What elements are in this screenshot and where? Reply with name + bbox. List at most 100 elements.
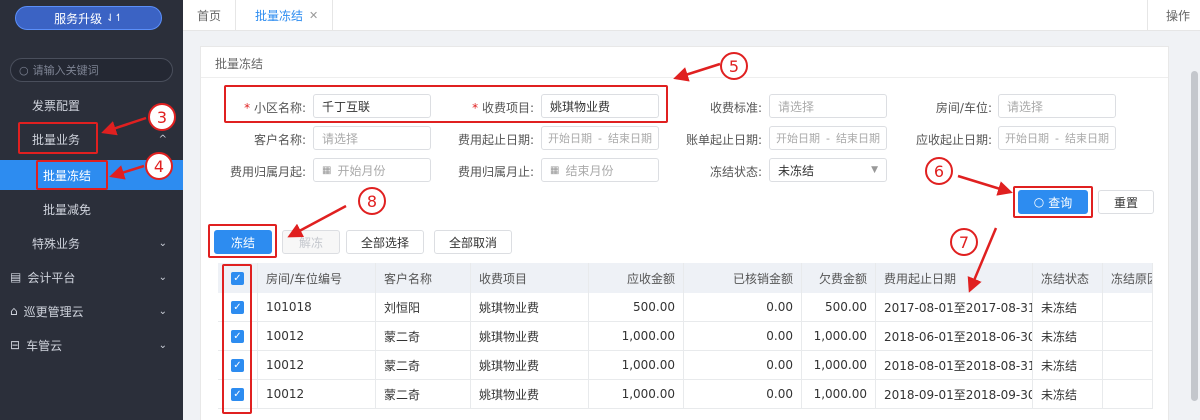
- fee-item-value: 姚琪物业费: [550, 99, 611, 114]
- col-customer: 客户名称: [376, 263, 471, 293]
- table-row[interactable]: ✓ 101018 刘恒阳 姚琪物业费 500.00 0.00 500.00 20…: [218, 293, 1153, 322]
- annotation-number-5: 5: [720, 52, 748, 80]
- cell-room: 10012: [258, 351, 376, 379]
- search-icon: ○: [1033, 195, 1045, 209]
- placeholder: 结束月份: [565, 163, 614, 178]
- freeze-status-select[interactable]: 未冻结 ▼: [769, 158, 887, 182]
- select-all-label: 全部选择: [360, 235, 409, 250]
- end-date-ph: 结束日期: [607, 132, 652, 145]
- cell-due: 500.00: [589, 293, 684, 321]
- col-period: 费用起止日期: [876, 263, 1033, 293]
- tab-batch-freeze[interactable]: 批量冻结 ✕: [241, 0, 334, 31]
- sidebar-item-label: 发票配置: [32, 98, 81, 113]
- customer-select[interactable]: 请选择: [313, 126, 431, 150]
- row-checkbox[interactable]: ✓: [231, 329, 244, 343]
- community-select[interactable]: 千丁互联: [313, 94, 431, 118]
- upgrade-icon: ⇃↿: [106, 12, 123, 24]
- table-row[interactable]: ✓ 10012 蒙二奇 姚琪物业费 1,000.00 0.00 1,000.00…: [218, 380, 1153, 409]
- row-checkbox[interactable]: ✓: [231, 300, 244, 314]
- row-checkbox[interactable]: ✓: [231, 358, 244, 372]
- search-label: 查询: [1048, 195, 1073, 210]
- col-reason: 冻结原因: [1103, 263, 1153, 293]
- cell-period: 2018-06-01至2018-06-30: [876, 322, 1033, 350]
- sidebar-item-patrol[interactable]: ⌂ 巡更管理云 ⌄: [0, 296, 183, 326]
- reset-button[interactable]: 重置: [1098, 190, 1154, 214]
- month-from-label: 费用归属月起:: [229, 165, 306, 179]
- cell-owed: 1,000.00: [802, 322, 876, 350]
- service-upgrade-button[interactable]: 服务升级 ⇃↿: [15, 6, 162, 30]
- chevron-up-icon: ^: [158, 133, 167, 145]
- start-date-ph: 开始日期: [776, 132, 820, 145]
- room-select[interactable]: 请选择: [998, 94, 1116, 118]
- sidebar-item-label: 巡更管理云: [23, 304, 84, 319]
- cell-owed: 1,000.00: [802, 380, 876, 408]
- ledger-icon: ▤: [10, 270, 22, 284]
- row-checkbox-cell[interactable]: ✓: [218, 380, 258, 408]
- cell-status: 未冻结: [1033, 380, 1103, 408]
- car-icon: ⊟: [10, 338, 21, 352]
- annotation-number-3: 3: [148, 103, 176, 131]
- fee-item-label: * 收费项目:: [458, 99, 534, 116]
- fee-std-label: 收费标准:: [709, 101, 762, 115]
- select-all-button[interactable]: 全部选择: [346, 230, 424, 254]
- chevron-down-icon: ▼: [871, 165, 878, 175]
- fee-date-range[interactable]: 开始日期 - 结束日期: [541, 126, 659, 150]
- cell-period: 2018-09-01至2018-09-30: [876, 380, 1033, 408]
- cell-room: 101018: [258, 293, 376, 321]
- cell-item: 姚琪物业费: [471, 322, 589, 350]
- sidebar-item-special-business[interactable]: 特殊业务 ⌄: [0, 228, 183, 258]
- row-checkbox-cell[interactable]: ✓: [218, 293, 258, 321]
- fee-date-label: 费用起止日期:: [457, 133, 534, 147]
- tab-home[interactable]: 首页: [183, 0, 237, 31]
- month-to-label: 费用归属月止:: [457, 165, 534, 179]
- cell-status: 未冻结: [1033, 351, 1103, 379]
- sidebar-item-parking[interactable]: ⊟ 车管云 ⌄: [0, 330, 183, 360]
- page-scrollbar[interactable]: [1188, 31, 1200, 420]
- month-from-picker[interactable]: ▦ 开始月份: [313, 158, 431, 182]
- close-icon[interactable]: ✕: [309, 9, 318, 22]
- sidebar-item-batch-reduce[interactable]: 批量减免: [0, 194, 183, 224]
- select-all-checkbox[interactable]: ✓: [231, 271, 244, 285]
- search-button[interactable]: ○ 查询: [1018, 190, 1088, 214]
- col-status: 冻结状态: [1033, 263, 1103, 293]
- cell-period: 2018-08-01至2018-08-31: [876, 351, 1033, 379]
- deselect-all-button[interactable]: 全部取消: [434, 230, 512, 254]
- operations-label: 操作: [1165, 9, 1190, 23]
- sidebar-item-accounting[interactable]: ▤ 会计平台 ⌄: [0, 262, 183, 292]
- cell-room: 10012: [258, 322, 376, 350]
- row-checkbox-cell[interactable]: ✓: [218, 351, 258, 379]
- cell-room: 10012: [258, 380, 376, 408]
- cell-reason: [1103, 380, 1153, 408]
- cell-due: 1,000.00: [589, 351, 684, 379]
- cell-reason: [1103, 322, 1153, 350]
- month-to-picker[interactable]: ▦ 结束月份: [541, 158, 659, 182]
- calendar-icon: ▦: [550, 164, 560, 176]
- cell-reason: [1103, 293, 1153, 321]
- cell-owed: 1,000.00: [802, 351, 876, 379]
- fee-item-select[interactable]: 姚琪物业费: [541, 94, 659, 118]
- due-date-range[interactable]: 开始日期 - 结束日期: [998, 126, 1116, 150]
- table-row[interactable]: ✓ 10012 蒙二奇 姚琪物业费 1,000.00 0.00 1,000.00…: [218, 322, 1153, 351]
- bill-date-range[interactable]: 开始日期 - 结束日期: [769, 126, 887, 150]
- operations-menu[interactable]: 操作: [1146, 0, 1200, 31]
- cell-item: 姚琪物业费: [471, 293, 589, 321]
- cell-reason: [1103, 351, 1153, 379]
- row-checkbox-cell[interactable]: ✓: [218, 322, 258, 350]
- freeze-button[interactable]: 冻结: [214, 230, 272, 254]
- row-checkbox[interactable]: ✓: [231, 387, 244, 401]
- annotation-number-6: 6: [925, 157, 953, 185]
- freeze-status-value: 未冻结: [778, 163, 815, 178]
- sidebar-search[interactable]: ○: [10, 58, 173, 82]
- chevron-down-icon: ⌄: [158, 271, 167, 283]
- community-label: * 小区名称:: [228, 99, 306, 116]
- cell-item: 姚琪物业费: [471, 351, 589, 379]
- unfreeze-button[interactable]: 解冻: [282, 230, 340, 254]
- fee-std-select[interactable]: 请选择: [769, 94, 887, 118]
- sidebar-search-input[interactable]: [32, 63, 163, 77]
- table-row[interactable]: ✓ 10012 蒙二奇 姚琪物业费 1,000.00 0.00 1,000.00…: [218, 351, 1153, 380]
- scrollbar-thumb[interactable]: [1191, 71, 1198, 401]
- annotation-number-4: 4: [145, 152, 173, 180]
- chevron-down-icon: ⌄: [158, 237, 167, 249]
- header-checkbox-cell[interactable]: ✓: [218, 263, 258, 293]
- placeholder: 请选择: [322, 131, 359, 146]
